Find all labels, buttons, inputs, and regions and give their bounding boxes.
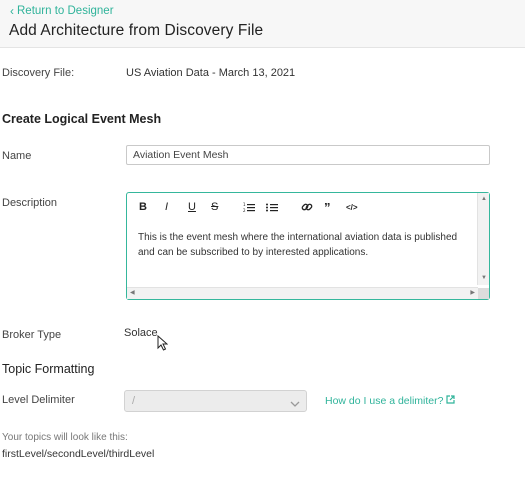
level-delimiter-label: Level Delimiter — [2, 394, 75, 406]
italic-button[interactable]: I — [165, 200, 168, 214]
topic-preview-value: firstLevel/secondLevel/thirdLevel — [2, 448, 155, 460]
svg-text:1: 1 — [243, 202, 246, 207]
chevron-down-icon — [290, 396, 300, 416]
return-to-designer-link[interactable]: ‹ Return to Designer — [10, 5, 114, 17]
editor-resize-corner[interactable] — [478, 288, 489, 299]
broker-type-value: Solace — [124, 327, 158, 339]
bullet-list-icon[interactable] — [266, 200, 278, 214]
scroll-left-icon[interactable]: ◀ — [130, 290, 135, 296]
broker-type-label: Broker Type — [2, 329, 62, 341]
page-title: Add Architecture from Discovery File — [9, 22, 264, 39]
description-editor[interactable]: B I U S 12 ” </> This is the event mesh … — [126, 192, 490, 300]
underline-button[interactable]: U — [188, 200, 196, 214]
scroll-down-icon[interactable]: ▼ — [481, 275, 487, 281]
editor-horizontal-scrollbar[interactable]: ◀ ▶ — [127, 287, 478, 299]
level-delimiter-select: / — [124, 390, 307, 412]
strikethrough-button[interactable]: S — [211, 200, 218, 214]
topic-formatting-heading: Topic Formatting — [2, 362, 95, 376]
link-icon[interactable] — [301, 200, 313, 214]
name-input[interactable]: Aviation Event Mesh — [126, 145, 490, 165]
discovery-file-label: Discovery File: — [2, 67, 75, 79]
editor-toolbar: B I U S 12 ” </> — [127, 193, 477, 221]
external-link-icon — [446, 395, 456, 407]
delimiter-help-link[interactable]: How do I use a delimiter? — [325, 395, 456, 407]
name-label: Name — [2, 150, 32, 162]
delimiter-help-label: How do I use a delimiter? — [325, 395, 444, 407]
mouse-cursor-icon — [157, 334, 169, 356]
topic-preview-label: Your topics will look like this: — [2, 432, 128, 443]
editor-vertical-scrollbar[interactable]: ▲ ▼ — [477, 193, 489, 285]
create-mesh-heading: Create Logical Event Mesh — [2, 112, 162, 126]
scroll-right-icon[interactable]: ▶ — [470, 290, 475, 296]
bold-button[interactable]: B — [139, 200, 147, 214]
quote-icon[interactable]: ” — [324, 200, 331, 215]
description-text: This is the event mesh where the interna… — [138, 232, 458, 258]
code-icon[interactable]: </> — [346, 200, 358, 214]
ordered-list-icon[interactable]: 12 — [243, 200, 255, 214]
description-label: Description — [2, 197, 58, 209]
page-header: ‹ Return to Designer Add Architecture fr… — [0, 0, 525, 48]
back-link-label: Return to Designer — [17, 5, 114, 17]
svg-text:2: 2 — [243, 208, 246, 213]
discovery-file-value: US Aviation Data - March 13, 2021 — [126, 67, 296, 79]
scroll-up-icon[interactable]: ▲ — [481, 196, 487, 202]
chevron-left-icon: ‹ — [10, 4, 14, 18]
level-delimiter-value: / — [132, 395, 136, 407]
